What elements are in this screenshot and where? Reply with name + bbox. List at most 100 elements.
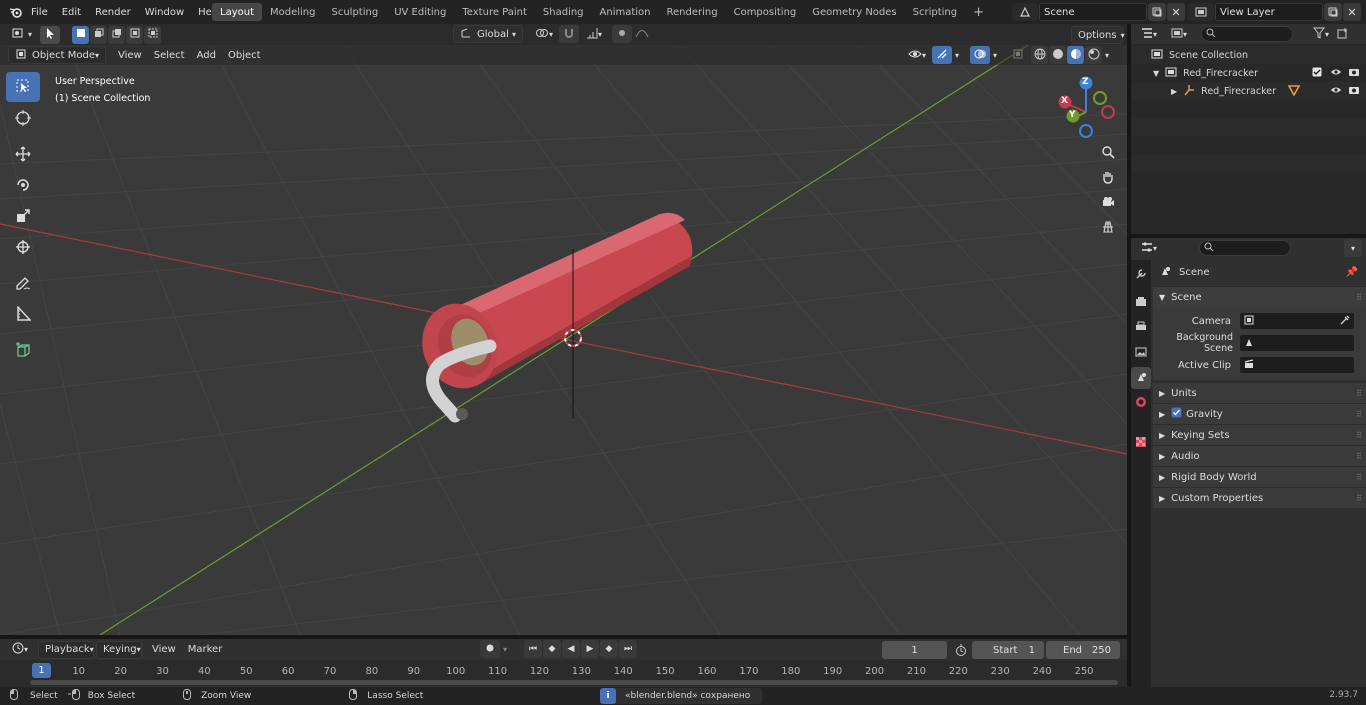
end-frame-field[interactable]: End 250 [1046, 641, 1120, 659]
scale-tool[interactable] [6, 202, 40, 232]
disclosure-open-icon[interactable]: ▼ [1153, 69, 1159, 78]
active-tool-button[interactable] [40, 25, 60, 44]
drag-handle-icon[interactable]: ⠿ [1356, 452, 1362, 461]
timeline-scrollbar[interactable] [30, 680, 1118, 685]
overlays-toggle[interactable] [970, 46, 990, 64]
view-layer-name-field[interactable]: View Layer [1215, 3, 1323, 21]
shading-rendered-button[interactable] [1085, 46, 1102, 64]
properties-search-input[interactable] [1199, 240, 1291, 256]
menu-render[interactable]: Render [88, 0, 138, 24]
menu-window[interactable]: Window [138, 0, 191, 24]
include-checkbox-icon[interactable] [1312, 67, 1322, 80]
annotate-tool[interactable] [6, 269, 40, 299]
options-dropdown[interactable]: Options ▾ [1071, 26, 1125, 44]
properties-editor-type-button[interactable]: ▾ [1135, 239, 1163, 257]
camera-render-icon[interactable] [1348, 67, 1360, 80]
tab-uv-editing[interactable]: UV Editing [386, 3, 454, 21]
camera-view-icon[interactable] [1097, 190, 1119, 214]
rotate-tool[interactable] [6, 171, 40, 201]
stopwatch-icon[interactable] [952, 643, 970, 657]
new-scene-button[interactable] [1148, 3, 1166, 21]
snap-target-dropdown[interactable]: ▾ [580, 25, 606, 43]
select-mode-subtract-button[interactable] [108, 25, 125, 44]
move-tool[interactable] [6, 140, 40, 170]
jump-start-button[interactable]: ⏮ [524, 640, 542, 658]
tab-view-layer[interactable] [1131, 342, 1151, 364]
outliner-search-input[interactable] [1201, 26, 1293, 42]
tab-texture-paint[interactable]: Texture Paint [454, 3, 535, 21]
view-layer-browse-button[interactable] [1188, 3, 1214, 21]
gizmo-dropdown[interactable]: ▾ [952, 46, 966, 64]
menu-select[interactable]: Select [148, 46, 191, 64]
menu-add[interactable]: Add [191, 46, 222, 64]
display-mode-dropdown[interactable]: ▾ [1165, 25, 1193, 43]
xray-toggle[interactable] [1008, 46, 1028, 64]
camera-render-icon[interactable] [1348, 85, 1360, 98]
tab-sculpting[interactable]: Sculpting [324, 3, 387, 21]
jump-keyframe-next-button[interactable]: ◆ [600, 640, 618, 658]
select-mode-intersect-button[interactable] [144, 25, 161, 44]
panel-scene-header[interactable]: ▼ Scene ⠿ [1153, 286, 1366, 307]
tab-tool[interactable] [1131, 264, 1151, 286]
tab-scene[interactable] [1131, 367, 1151, 389]
navigation-gizmo[interactable]: Z X Y [1056, 74, 1118, 138]
blender-logo-icon[interactable] [6, 5, 26, 19]
tab-rendering[interactable]: Rendering [659, 3, 726, 21]
select-box-tool[interactable] [6, 72, 40, 102]
pan-hand-icon[interactable] [1097, 165, 1119, 189]
add-cube-tool[interactable] [6, 336, 40, 366]
panel-custom-properties[interactable]: ▶ Custom Properties ⠿ [1153, 487, 1366, 508]
play-reverse-button[interactable]: ◀ [562, 640, 580, 658]
timeline-editor-type-button[interactable]: ▾ [6, 641, 34, 659]
cursor-tool[interactable] [6, 104, 40, 134]
record-button[interactable] [480, 640, 500, 658]
measure-tool[interactable] [6, 300, 40, 330]
pivot-point-dropdown[interactable]: ▾ [529, 25, 557, 43]
menu-edit[interactable]: Edit [55, 0, 88, 24]
tab-geometry-nodes[interactable]: Geometry Nodes [804, 3, 904, 21]
tab-animation[interactable]: Animation [592, 3, 659, 21]
ortho-grid-icon[interactable] [1097, 215, 1119, 239]
drag-handle-icon[interactable]: ⠿ [1356, 410, 1362, 419]
viewport-3d[interactable]: User Perspective (1) Scene Collection Z … [0, 24, 1127, 635]
playhead-marker[interactable]: 1 [32, 663, 51, 678]
tab-layout[interactable]: Layout [212, 3, 262, 21]
active-clip-field[interactable] [1239, 356, 1355, 374]
camera-field[interactable] [1239, 312, 1355, 330]
tab-modeling[interactable]: Modeling [262, 3, 324, 21]
drag-handle-icon[interactable]: ⠿ [1356, 293, 1362, 302]
panel-keying-sets[interactable]: ▶ Keying Sets ⠿ [1153, 424, 1366, 445]
tab-output[interactable] [1131, 317, 1151, 339]
firecracker-object[interactable] [411, 212, 693, 423]
timeline-view-menu[interactable]: View [146, 641, 182, 659]
snap-toggle[interactable] [559, 25, 579, 43]
eye-icon[interactable] [1330, 85, 1342, 98]
orientation-dropdown[interactable]: Global ▾ [453, 25, 523, 43]
play-button[interactable]: ▶ [581, 640, 599, 658]
panel-audio[interactable]: ▶ Audio ⠿ [1153, 445, 1366, 466]
shading-dropdown[interactable]: ▾ [1102, 46, 1116, 64]
drag-handle-icon[interactable]: ⠿ [1356, 389, 1362, 398]
select-mode-extend-button[interactable] [90, 25, 107, 44]
proportional-edit-toggle[interactable] [612, 25, 632, 43]
jump-end-button[interactable]: ⏭ [619, 640, 637, 658]
timeline-marker-menu[interactable]: Marker [182, 641, 229, 659]
panel-rigid-body-world[interactable]: ▶ Rigid Body World ⠿ [1153, 466, 1366, 487]
zoom-icon[interactable] [1097, 140, 1119, 164]
drag-handle-icon[interactable]: ⠿ [1356, 494, 1362, 503]
pin-icon[interactable]: 📌 [1346, 267, 1358, 278]
tab-compositing[interactable]: Compositing [726, 3, 805, 21]
new-view-layer-button[interactable] [1324, 3, 1342, 21]
shading-solid-button[interactable] [1049, 46, 1066, 64]
menu-file[interactable]: File [24, 0, 55, 24]
outliner-row-collection[interactable]: ▼ Red_Firecracker [1131, 64, 1366, 82]
select-mode-invert-button[interactable] [126, 25, 143, 44]
eye-icon[interactable] [1330, 67, 1342, 80]
auto-keying-dropdown[interactable]: ▾ [500, 640, 516, 658]
delete-scene-button[interactable]: ✕ [1167, 3, 1185, 21]
keying-menu[interactable]: Keying ▾ [96, 640, 142, 659]
add-workspace-button[interactable]: + [965, 3, 992, 21]
playback-menu[interactable]: Playback ▾ [38, 640, 94, 659]
visibility-dropdown[interactable]: ▾ [902, 46, 930, 64]
panel-gravity[interactable]: ▶ Gravity ⠿ [1153, 403, 1366, 424]
